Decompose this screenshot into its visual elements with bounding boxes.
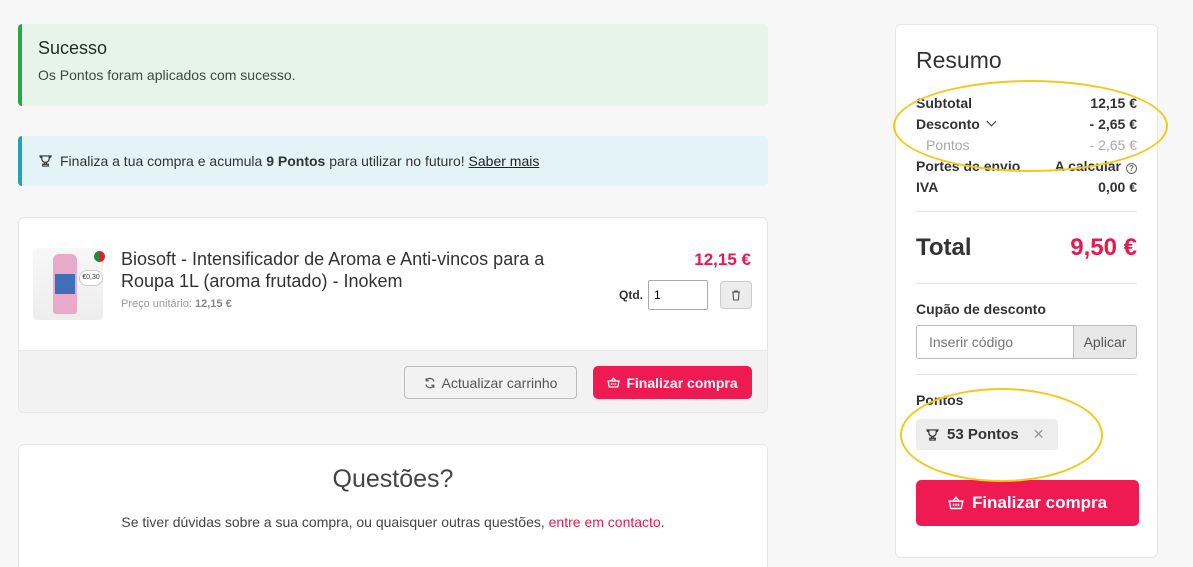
- total-value: 9,50 €: [1070, 233, 1137, 261]
- points-discount-row: Pontos - 2,65 €: [916, 134, 1137, 155]
- cart-actions: Actualizar carrinho Finalizar compra: [19, 350, 767, 412]
- contact-link[interactable]: entre em contacto: [549, 514, 661, 530]
- item-price: 12,15 €: [694, 250, 751, 269]
- success-alert-message: Os Pontos foram aplicados com sucesso.: [38, 67, 296, 83]
- subtotal-row: Subtotal 12,15 €: [916, 92, 1137, 113]
- coupon-form: Aplicar: [916, 325, 1137, 359]
- checkout-button-summary[interactable]: Finalizar compra: [916, 480, 1139, 526]
- remove-item-button[interactable]: [720, 281, 752, 309]
- checkout-label-summary: Finalizar compra: [971, 493, 1108, 512]
- unit-price-value: 12,15 €: [195, 298, 232, 310]
- order-summary: Resumo Subtotal 12,15 € Desconto - 2,65 …: [895, 24, 1158, 558]
- coupon-title: Cupão de desconto: [916, 301, 1046, 317]
- coupon-section: Cupão de desconto Aplicar: [916, 284, 1137, 375]
- shipping-value-wrap: A calcular?: [1055, 158, 1137, 174]
- chevron-down-icon: [986, 116, 997, 126]
- questions-title: Questões?: [332, 465, 454, 493]
- applied-points-chip: 53 Pontos ✕: [916, 419, 1059, 450]
- points-discount-value: - 2,65 €: [1089, 136, 1137, 153]
- basket-icon: [607, 377, 621, 388]
- subtotal-label: Subtotal: [916, 94, 972, 111]
- shipping-value: A calcular: [1054, 157, 1121, 174]
- subtotal-value: 12,15 €: [1090, 94, 1137, 111]
- discount-toggle[interactable]: Desconto: [916, 115, 997, 132]
- total-label: Total: [916, 233, 972, 261]
- info-icon[interactable]: ?: [1126, 162, 1137, 174]
- points-info-text: Finaliza a tua compra e acumula 9 Pontos…: [60, 153, 539, 169]
- product-image-badge: €0,30: [79, 270, 103, 286]
- discount-value: - 2,65 €: [1089, 115, 1137, 132]
- summary-title: Resumo: [916, 47, 1002, 73]
- origin-flag-icon: [94, 251, 105, 262]
- success-alert-title: Sucesso: [38, 38, 108, 58]
- summary-rows: Subtotal 12,15 € Desconto - 2,65 € Ponto…: [916, 92, 1137, 212]
- trophy-icon: [39, 155, 52, 167]
- cart-item: €0,30 Biosoft - Intensificador de Aroma …: [19, 218, 767, 350]
- trash-icon: [732, 289, 740, 301]
- cart-card: €0,30 Biosoft - Intensificador de Aroma …: [18, 217, 768, 413]
- quantity-label: Qtd.: [619, 288, 643, 302]
- apply-coupon-button[interactable]: Aplicar: [1074, 325, 1137, 359]
- checkout-button-cart[interactable]: Finalizar compra: [593, 366, 752, 399]
- points-discount-label: Pontos: [926, 136, 970, 153]
- quantity-input[interactable]: [648, 280, 708, 310]
- points-title: Pontos: [916, 392, 964, 408]
- questions-section: Questões? Se tiver dúvidas sobre a sua c…: [18, 444, 768, 567]
- learn-more-link[interactable]: Saber mais: [469, 153, 540, 169]
- product-name[interactable]: Biosoft - Intensificador de Aroma e Anti…: [121, 248, 581, 292]
- total-row: Total 9,50 €: [916, 212, 1137, 284]
- vat-value: 0,00 €: [1098, 178, 1137, 195]
- questions-end: .: [660, 514, 665, 530]
- points-info-alert: Finaliza a tua compra e acumula 9 Pontos…: [18, 136, 768, 186]
- product-image[interactable]: €0,30: [33, 248, 103, 320]
- update-cart-label: Actualizar carrinho: [441, 374, 558, 391]
- discount-row[interactable]: Desconto - 2,65 €: [916, 113, 1137, 134]
- shipping-row: Portes de envio A calcular?: [916, 155, 1137, 176]
- applied-points-label: 53 Pontos: [947, 426, 1019, 443]
- coupon-input[interactable]: [916, 325, 1074, 359]
- points-info-suffix: para utilizar no futuro!: [329, 153, 465, 169]
- checkout-label-cart: Finalizar compra: [626, 374, 738, 391]
- vat-label: IVA: [916, 178, 939, 195]
- discount-label: Desconto: [916, 115, 980, 132]
- update-cart-button[interactable]: Actualizar carrinho: [404, 366, 577, 399]
- questions-body: Se tiver dúvidas sobre a sua compra, ou …: [121, 514, 545, 530]
- points-section: Pontos 53 Pontos ✕: [916, 375, 1137, 450]
- basket-icon: [948, 496, 964, 510]
- unit-price-label: Preço unitário:: [121, 298, 192, 310]
- refresh-icon: [424, 377, 435, 388]
- vat-row: IVA 0,00 €: [916, 176, 1137, 197]
- close-icon[interactable]: ✕: [1033, 426, 1045, 443]
- success-alert: Sucesso Os Pontos foram aplicados com su…: [18, 24, 768, 106]
- shipping-label: Portes de envio: [916, 157, 1021, 174]
- points-info-amount: 9 Pontos: [266, 153, 326, 169]
- trophy-icon: [926, 428, 939, 441]
- points-info-prefix: Finaliza a tua compra e acumula: [60, 153, 263, 169]
- questions-text: Se tiver dúvidas sobre a sua compra, ou …: [19, 514, 767, 530]
- unit-price: Preço unitário: 12,15 €: [121, 298, 232, 310]
